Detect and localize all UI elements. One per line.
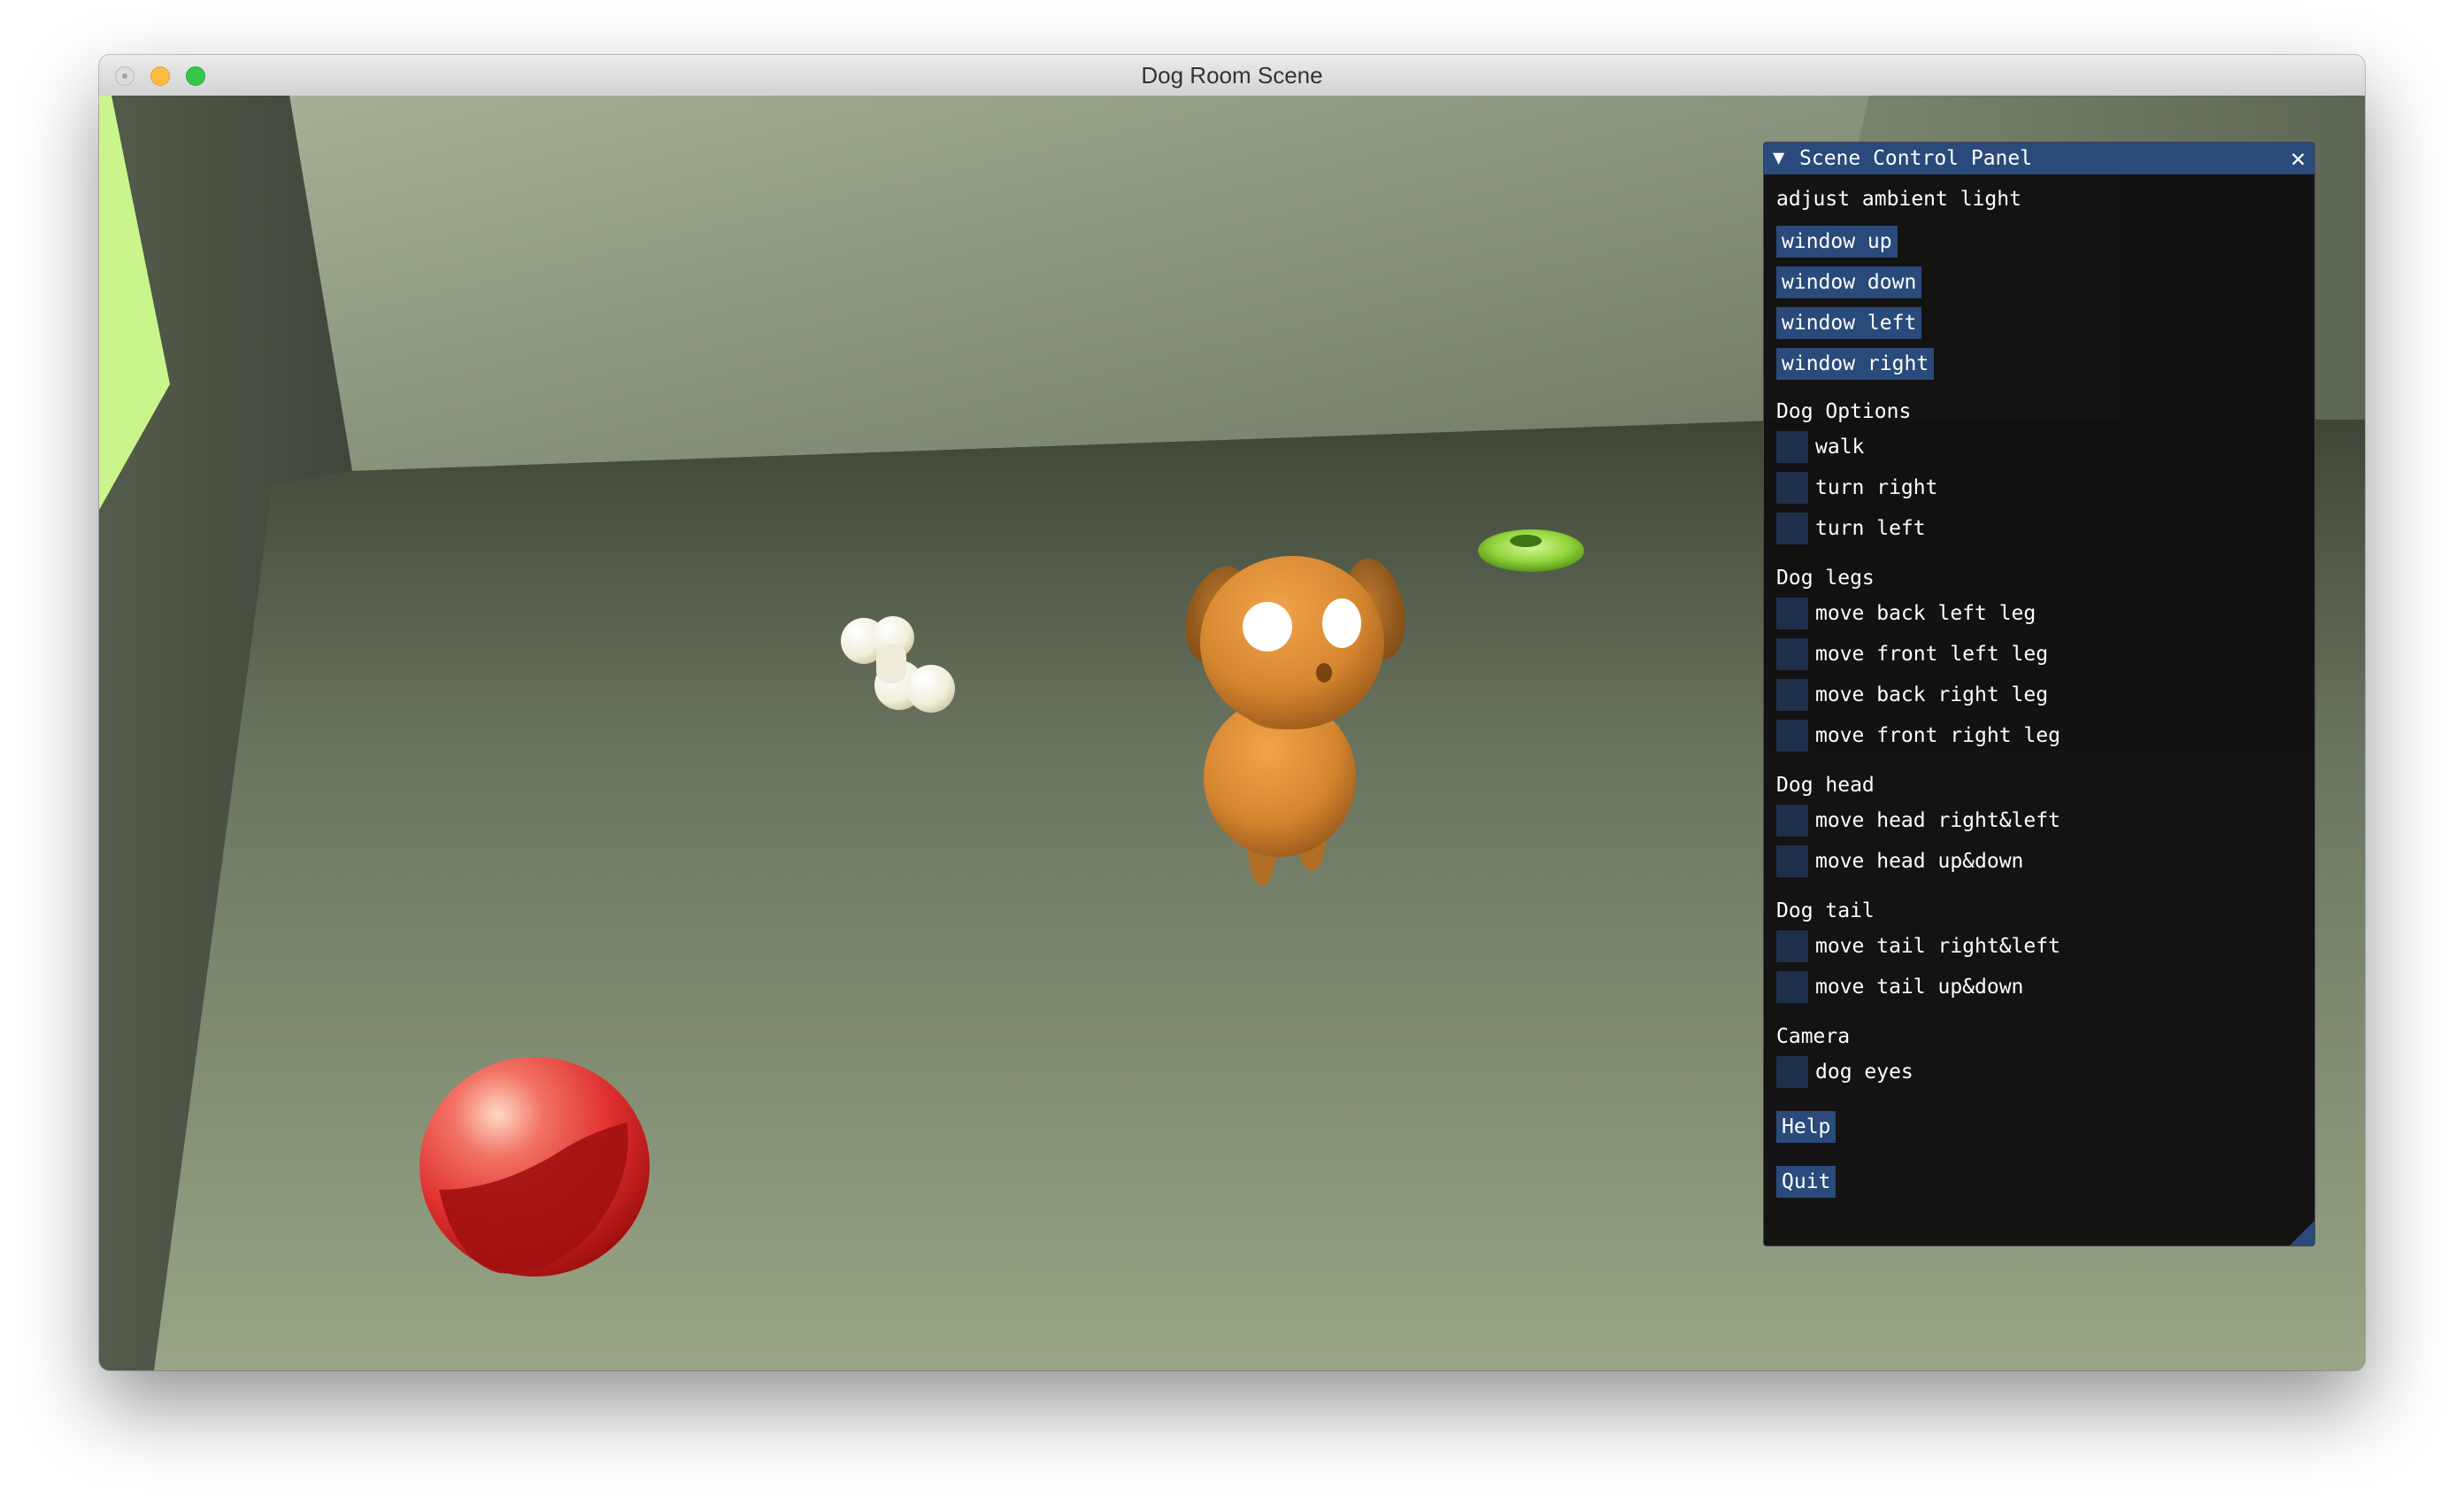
dog-legs-heading: Dog legs	[1776, 567, 1875, 590]
front-left-leg-label: move front left leg	[1815, 643, 2049, 666]
dog-tail-heading: Dog tail	[1776, 899, 1875, 922]
window-down-button[interactable]: window down	[1776, 266, 1922, 298]
ambient-light-label: adjust ambient light	[1776, 188, 2021, 211]
window-title: Dog Room Scene	[1141, 62, 1323, 89]
tail-right-left-label: move tail right&left	[1815, 935, 2060, 958]
back-left-leg-label: move back left leg	[1815, 602, 2037, 625]
panel-title: Scene Control Panel	[1799, 147, 2033, 170]
dog-eyes-label: dog eyes	[1815, 1061, 1913, 1084]
front-right-leg-label: move front right leg	[1815, 724, 2060, 747]
title-bar: Dog Room Scene	[99, 55, 2365, 96]
dog-eyes-checkbox[interactable]	[1776, 1056, 1808, 1088]
quit-button[interactable]: Quit	[1776, 1166, 1836, 1198]
back-right-leg-checkbox[interactable]	[1776, 679, 1808, 711]
back-left-leg-checkbox[interactable]	[1776, 598, 1808, 629]
back-wall	[289, 96, 1869, 471]
scene-control-panel: ▼ Scene Control Panel ✕ adjust ambient l…	[1763, 142, 2315, 1246]
tail-right-left-checkbox[interactable]	[1776, 930, 1808, 962]
app-window: Dog Room Scene ▼ Scene Control Panel ✕ a…	[99, 55, 2365, 1370]
3d-scene-viewport[interactable]: ▼ Scene Control Panel ✕ adjust ambient l…	[99, 96, 2365, 1370]
turn-left-label: turn left	[1815, 517, 1926, 540]
resize-grip[interactable]	[2290, 1221, 2314, 1246]
frisbee-object	[1478, 529, 1584, 572]
turn-left-checkbox[interactable]	[1776, 513, 1808, 544]
turn-right-checkbox[interactable]	[1776, 472, 1808, 504]
panel-title-bar[interactable]: ▼ Scene Control Panel ✕	[1764, 143, 2314, 174]
front-left-leg-checkbox[interactable]	[1776, 638, 1808, 670]
tail-up-down-checkbox[interactable]	[1776, 971, 1808, 1003]
head-right-left-checkbox[interactable]	[1776, 805, 1808, 837]
walk-label: walk	[1815, 436, 1865, 459]
close-icon[interactable]: ✕	[2291, 143, 2306, 174]
dog-options-heading: Dog Options	[1776, 400, 1912, 423]
front-right-leg-checkbox[interactable]	[1776, 720, 1808, 752]
head-up-down-label: move head up&down	[1815, 850, 2024, 873]
turn-right-label: turn right	[1815, 476, 1938, 499]
walk-checkbox[interactable]	[1776, 431, 1808, 463]
window-right-button[interactable]: window right	[1776, 348, 1935, 380]
head-right-left-label: move head right&left	[1815, 809, 2060, 832]
ball-object	[420, 1057, 650, 1277]
back-right-leg-label: move back right leg	[1815, 683, 2049, 706]
window-up-button[interactable]: window up	[1776, 226, 1898, 258]
help-button[interactable]: Help	[1776, 1111, 1836, 1143]
window-left-button[interactable]: window left	[1776, 307, 1922, 339]
collapse-arrow-icon[interactable]: ▼	[1773, 145, 1784, 172]
head-up-down-checkbox[interactable]	[1776, 845, 1808, 877]
tail-up-down-label: move tail up&down	[1815, 976, 2024, 999]
dog-head-heading: Dog head	[1776, 774, 1875, 797]
camera-heading: Camera	[1776, 1025, 1851, 1048]
